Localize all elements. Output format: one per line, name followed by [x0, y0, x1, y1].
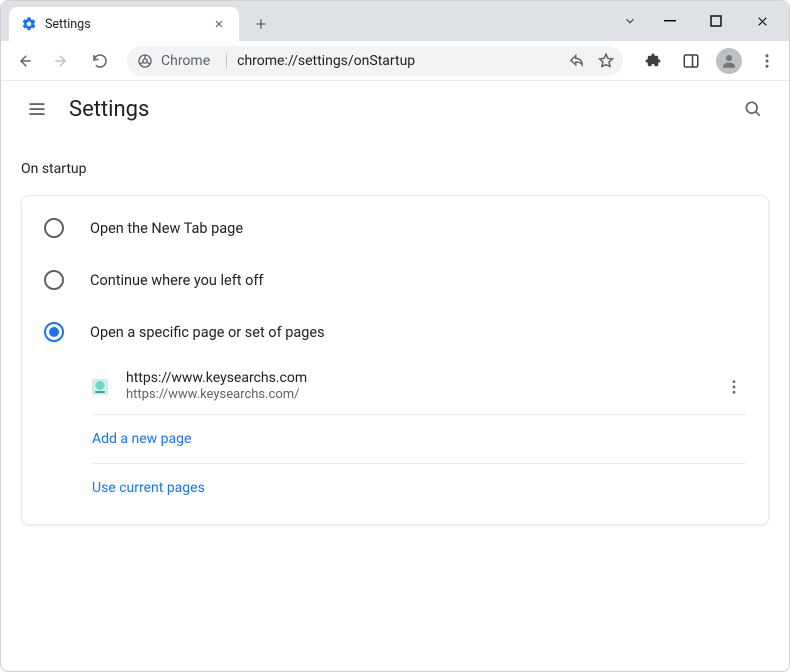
address-bar[interactable]: Chrome chrome://settings/onStartup: [127, 46, 623, 76]
kebab-menu-icon[interactable]: [751, 45, 783, 77]
use-current-pages-label: Use current pages: [92, 480, 205, 496]
radio-icon: [44, 218, 64, 238]
browser-window: Settings: [0, 0, 790, 672]
forward-button[interactable]: [45, 44, 79, 78]
startup-pages-area: https://www.keysearchs.com https://www.k…: [22, 358, 768, 518]
radio-specific-pages[interactable]: Open a specific page or set of pages: [22, 306, 768, 358]
reload-button[interactable]: [83, 44, 117, 78]
startup-page-title: https://www.keysearchs.com: [126, 369, 718, 387]
minimize-button[interactable]: [647, 6, 693, 36]
on-startup-card: Open the New Tab page Continue where you…: [21, 195, 769, 525]
chrome-chip: Chrome: [137, 53, 229, 69]
share-icon[interactable]: [568, 52, 585, 69]
close-icon[interactable]: [211, 16, 227, 32]
tab-strip: Settings: [1, 1, 613, 41]
toolbar: Chrome chrome://settings/onStartup: [1, 41, 789, 81]
omnibox-url: chrome://settings/onStartup: [229, 53, 568, 69]
titlebar: Settings: [1, 1, 789, 41]
chrome-icon: [137, 53, 153, 69]
radio-icon: [44, 322, 64, 342]
page-title: Settings: [69, 97, 149, 122]
settings-content: On startup Open the New Tab page Continu…: [1, 137, 789, 671]
settings-header: Settings: [1, 81, 789, 137]
add-new-page-button[interactable]: Add a new page: [92, 415, 746, 463]
use-current-pages-button[interactable]: Use current pages: [92, 464, 746, 512]
window-controls: [613, 1, 789, 41]
radio-label: Open a specific page or set of pages: [90, 324, 325, 341]
add-new-page-label: Add a new page: [92, 431, 191, 447]
radio-label: Open the New Tab page: [90, 220, 243, 237]
gear-icon: [21, 16, 37, 32]
avatar-icon: [716, 48, 742, 74]
radio-label: Continue where you left off: [90, 272, 263, 289]
radio-open-new-tab[interactable]: Open the New Tab page: [22, 202, 768, 254]
close-window-button[interactable]: [739, 6, 785, 36]
startup-page-url: https://www.keysearchs.com/: [126, 387, 718, 404]
radio-icon: [44, 270, 64, 290]
browser-tab[interactable]: Settings: [9, 7, 239, 41]
site-favicon-icon: [92, 379, 108, 395]
chip-separator: [226, 53, 227, 69]
maximize-button[interactable]: [693, 6, 739, 36]
toolbar-right: [633, 45, 783, 77]
omnibox-chip-label: Chrome: [161, 53, 210, 69]
section-title: On startup: [21, 161, 769, 177]
search-icon[interactable]: [735, 91, 771, 127]
back-button[interactable]: [7, 44, 41, 78]
profile-avatar[interactable]: [713, 45, 745, 77]
tab-title: Settings: [45, 17, 211, 32]
startup-page-row: https://www.keysearchs.com https://www.k…: [92, 358, 746, 414]
radio-continue[interactable]: Continue where you left off: [22, 254, 768, 306]
extensions-icon[interactable]: [637, 45, 669, 77]
row-kebab-menu-icon[interactable]: [718, 371, 750, 403]
page-texts: https://www.keysearchs.com https://www.k…: [126, 369, 718, 404]
star-icon[interactable]: [597, 52, 615, 70]
side-panel-icon[interactable]: [675, 45, 707, 77]
chevron-down-icon[interactable]: [613, 6, 647, 36]
new-tab-button[interactable]: [247, 10, 275, 38]
omnibox-actions: [568, 52, 615, 70]
hamburger-menu-icon[interactable]: [19, 91, 55, 127]
